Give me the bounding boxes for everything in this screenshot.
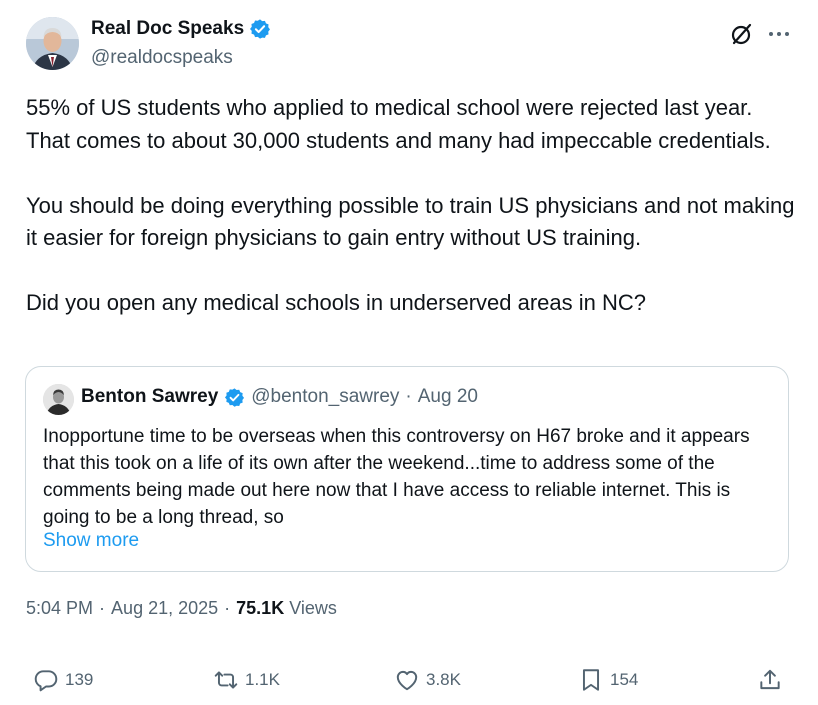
like-count: 3.8K	[426, 670, 461, 689]
separator-dot: ·	[224, 598, 231, 618]
grok-icon[interactable]	[729, 21, 755, 47]
quoted-header: Benton Sawrey @benton_sawrey · Aug 20	[81, 386, 478, 408]
post-date[interactable]: Aug 21, 2025	[111, 598, 218, 619]
quoted-text: Inopportune time to be overseas when thi…	[43, 426, 750, 528]
reply-button[interactable]: 139	[33, 660, 93, 700]
author-avatar[interactable]	[26, 17, 79, 70]
separator-dot: ·	[99, 598, 106, 618]
quoted-tweet-card[interactable]: Benton Sawrey @benton_sawrey · Aug 20 In…	[25, 366, 789, 572]
tweet-detail: Real Doc Speaks @realdocspeaks 55% of US…	[0, 0, 818, 705]
bookmark-button[interactable]: 154	[578, 660, 638, 700]
action-bar: 139 1.1K 3.8K 154	[0, 660, 818, 700]
bookmark-count: 154	[610, 670, 639, 689]
author-name-row: Real Doc Speaks	[91, 18, 271, 40]
views-count: 75.1K	[236, 598, 285, 618]
author-display-name[interactable]: Real Doc Speaks	[91, 18, 244, 40]
more-icon[interactable]	[766, 21, 792, 47]
quoted-date: Aug 20	[417, 386, 478, 407]
tweet-meta: 5:04 PM · Aug 21, 2025 · 75.1K Views	[26, 598, 337, 619]
show-more-link[interactable]: Show more	[43, 530, 139, 552]
reply-icon	[34, 670, 58, 692]
tweet-paragraph: 55% of US students who applied to medica…	[26, 95, 771, 153]
bookmark-icon	[582, 669, 600, 691]
quoted-handle: @benton_sawrey	[251, 386, 400, 407]
like-button[interactable]: 3.8K	[394, 660, 461, 700]
share-icon	[760, 669, 780, 690]
share-button[interactable]	[757, 660, 783, 700]
reply-count: 139	[65, 670, 94, 689]
views-label: Views	[289, 598, 337, 618]
post-time[interactable]: 5:04 PM	[26, 598, 93, 619]
quoted-display-name: Benton Sawrey	[81, 386, 219, 407]
author-handle[interactable]: @realdocspeaks	[91, 47, 233, 69]
tweet-text: 55% of US students who applied to medica…	[26, 92, 796, 320]
repost-count: 1.1K	[245, 670, 280, 689]
repost-button[interactable]: 1.1K	[213, 660, 280, 700]
verified-badge-icon	[225, 387, 245, 407]
verified-badge-icon	[250, 19, 271, 39]
heart-icon	[396, 670, 418, 691]
tweet-paragraph: Did you open any medical schools in unde…	[26, 290, 647, 315]
separator-dot: ·	[405, 386, 412, 407]
repost-icon	[214, 671, 238, 689]
quoted-author-avatar	[43, 384, 74, 415]
tweet-paragraph: You should be doing everything possible …	[26, 192, 795, 251]
